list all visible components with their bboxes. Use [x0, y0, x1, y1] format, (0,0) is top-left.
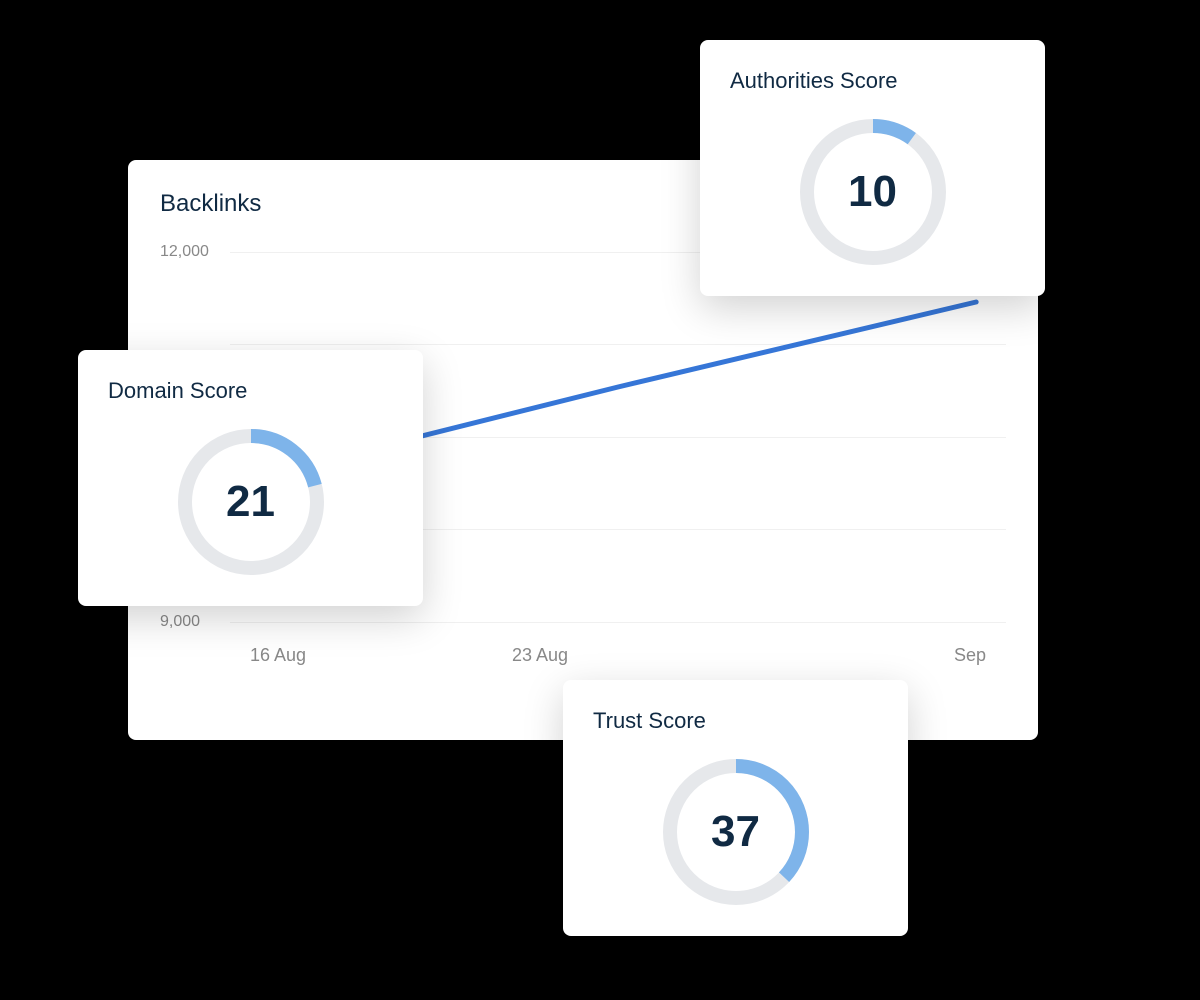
x-tick-0: 16 Aug: [250, 645, 306, 666]
trust-score-gauge: 37: [656, 752, 816, 912]
x-tick-1: 23 Aug: [512, 645, 568, 666]
authorities-score-value: 10: [848, 167, 897, 217]
authorities-score-gauge: 10: [793, 112, 953, 272]
x-axis: 16 Aug 23 Aug Sep: [230, 645, 1006, 666]
domain-score-card: Domain Score 21: [78, 350, 423, 606]
y-tick-0: 12,000: [160, 243, 209, 261]
trust-score-title: Trust Score: [593, 708, 878, 734]
domain-score-title: Domain Score: [108, 378, 393, 404]
authorities-score-title: Authorities Score: [730, 68, 1015, 94]
y-tick-1: 9,000: [160, 613, 200, 631]
domain-score-value: 21: [226, 477, 275, 527]
trust-score-card: Trust Score 37: [563, 680, 908, 936]
trust-score-value: 37: [711, 807, 760, 857]
x-tick-2: Sep: [954, 645, 986, 666]
gridline: [230, 622, 1006, 623]
authorities-score-card: Authorities Score 10: [700, 40, 1045, 296]
domain-score-gauge: 21: [171, 422, 331, 582]
